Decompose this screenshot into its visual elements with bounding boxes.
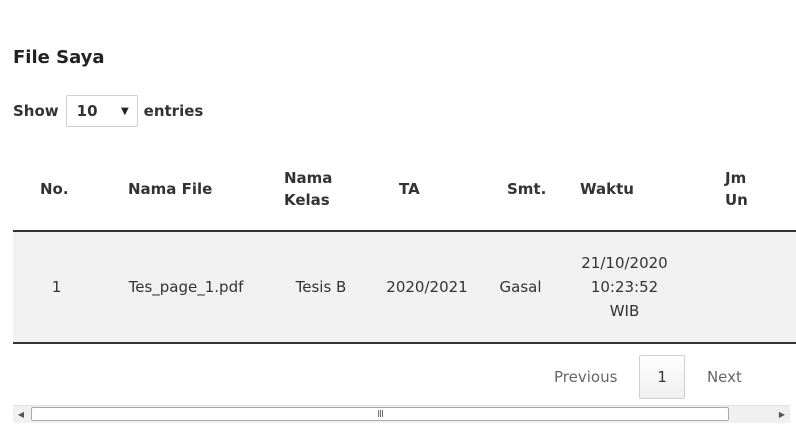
cell-no: 1 <box>13 231 100 344</box>
column-header-nama-kelas[interactable]: Nama Kelas <box>272 148 370 232</box>
table-header-row: No. Nama File Nama Kelas TA Smt. Waktu J… <box>13 148 796 232</box>
cell-nama-file[interactable]: Tes_page_1.pdf <box>100 231 272 344</box>
horizontal-scrollbar[interactable]: ◀ III ▶ <box>13 405 790 423</box>
pagination: Previous 1 Next <box>540 350 756 404</box>
cell-nama-kelas: Tesis B <box>272 231 370 344</box>
column-header-jml-unduh[interactable]: Jm Un <box>692 148 796 232</box>
files-table: No. Nama File Nama Kelas TA Smt. Waktu J… <box>13 148 796 344</box>
column-header-waktu[interactable]: Waktu <box>557 148 692 232</box>
page-1-button[interactable]: 1 <box>639 355 685 399</box>
file-saya-panel: File Saya Show 10 ▼ entries No. Nama Fil… <box>0 0 796 428</box>
cell-ta: 2020/2021 <box>370 231 484 344</box>
column-header-no[interactable]: No. <box>13 148 100 232</box>
entries-select[interactable]: 10 ▼ <box>65 95 138 127</box>
scroll-left-icon[interactable]: ◀ <box>13 406 29 423</box>
previous-button[interactable]: Previous <box>540 356 631 398</box>
column-header-ta[interactable]: TA <box>370 148 484 232</box>
entries-select-value: 10 <box>76 102 98 120</box>
column-header-nama-file[interactable]: Nama File <box>100 148 272 232</box>
show-label: Show <box>13 102 59 120</box>
cell-waktu: 21/10/2020 10:23:52 WIB <box>557 231 692 344</box>
table-row: 1 Tes_page_1.pdf Tesis B 2020/2021 Gasal… <box>13 231 796 344</box>
cell-smt: Gasal <box>484 231 557 344</box>
scroll-right-icon[interactable]: ▶ <box>774 406 790 423</box>
entries-label: entries <box>143 102 204 120</box>
chevron-down-icon: ▼ <box>120 105 129 117</box>
column-header-smt[interactable]: Smt. <box>484 148 557 232</box>
next-button[interactable]: Next <box>693 356 756 398</box>
scrollbar-thumb[interactable]: III <box>31 407 729 421</box>
grip-icon: III <box>377 408 384 420</box>
cell-jml-unduh <box>692 231 796 344</box>
page-title: File Saya <box>13 47 105 68</box>
entries-length-control: Show 10 ▼ entries <box>13 94 203 128</box>
